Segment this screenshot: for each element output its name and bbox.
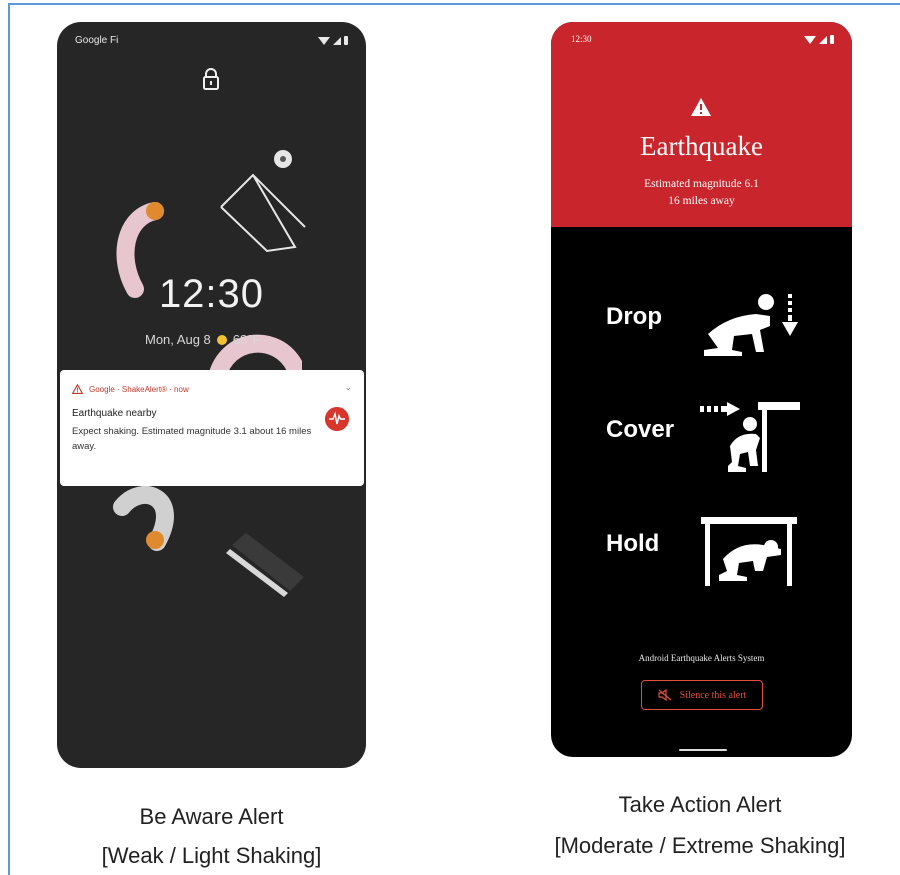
status-time: 12:30 (571, 34, 592, 44)
be-aware-caption-title: Be Aware Alert (139, 804, 284, 829)
hold-label: Hold (606, 530, 660, 557)
frame-border-left (8, 3, 10, 875)
wifi-icon (804, 35, 816, 44)
date-label: Mon, Aug 8 (145, 332, 211, 347)
battery-icon (830, 35, 834, 44)
cover-label: Cover (606, 416, 675, 443)
be-aware-caption-subtitle: [Weak / Light Shaking] (101, 843, 322, 868)
alert-header: 12:30 Earthquake Estimated magnitude 6.1… (551, 22, 852, 227)
system-name: Android Earthquake Alerts System (638, 653, 765, 663)
home-indicator[interactable] (679, 749, 727, 751)
warning-icon (691, 98, 711, 116)
date-weather-row: Mon, Aug 8 68°F (145, 332, 260, 347)
status-bar: Google Fi (75, 35, 348, 49)
cover-pictogram (700, 402, 800, 472)
take-action-caption-subtitle: [Moderate / Extreme Shaking] (554, 833, 846, 858)
distance-line: 16 miles away (668, 195, 735, 207)
mute-icon (658, 689, 672, 701)
battery-icon (344, 36, 348, 45)
drop-label: Drop (606, 303, 662, 330)
warning-triangle-icon (72, 384, 83, 394)
alert-details: Estimated magnitude 6.1 16 miles away (551, 176, 852, 210)
status-icons (804, 35, 834, 44)
status-bar: 12:30 (571, 34, 834, 48)
take-action-phone: 12:30 Earthquake Estimated magnitude 6.1… (551, 22, 852, 757)
lockscreen-clock: 12:30 (158, 272, 265, 316)
silence-alert-button[interactable]: Silence this alert (641, 680, 763, 710)
notification-header: Google · ShakeAlert® · now (72, 384, 189, 394)
hold-pictogram (701, 517, 797, 586)
magnitude-line: Estimated magnitude 6.1 (644, 178, 759, 190)
frame-border-top (8, 3, 900, 5)
wallpaper-block-shape (226, 533, 304, 597)
take-action-caption-title: Take Action Alert (618, 792, 782, 817)
silence-button-label: Silence this alert (679, 689, 747, 701)
notification-app-label: Google · ShakeAlert® · now (89, 384, 189, 394)
temperature-label: 68°F (232, 332, 261, 347)
sun-icon (216, 334, 227, 345)
wallpaper-line-shape (220, 150, 306, 253)
lock-icon (203, 68, 219, 90)
cellular-icon (819, 35, 827, 44)
shakealert-notification[interactable]: Google · ShakeAlert® · now ⌄ Earthquake … (60, 370, 364, 486)
alert-title: Earthquake (640, 131, 763, 161)
be-aware-phone: Google Fi 12:30 Mon, Aug 8 68°F Google ·… (57, 22, 366, 768)
wifi-icon (318, 36, 330, 45)
status-icons (318, 36, 348, 45)
cellular-icon (333, 36, 341, 45)
carrier-label: Google Fi (75, 35, 119, 46)
drop-pictogram (704, 294, 798, 356)
seismograph-icon[interactable] (325, 407, 349, 431)
notification-title: Earthquake nearby (72, 408, 157, 419)
chevron-down-icon[interactable]: ⌄ (344, 382, 352, 393)
notification-body: Expect shaking. Estimated magnitude 3.1 … (72, 426, 312, 452)
